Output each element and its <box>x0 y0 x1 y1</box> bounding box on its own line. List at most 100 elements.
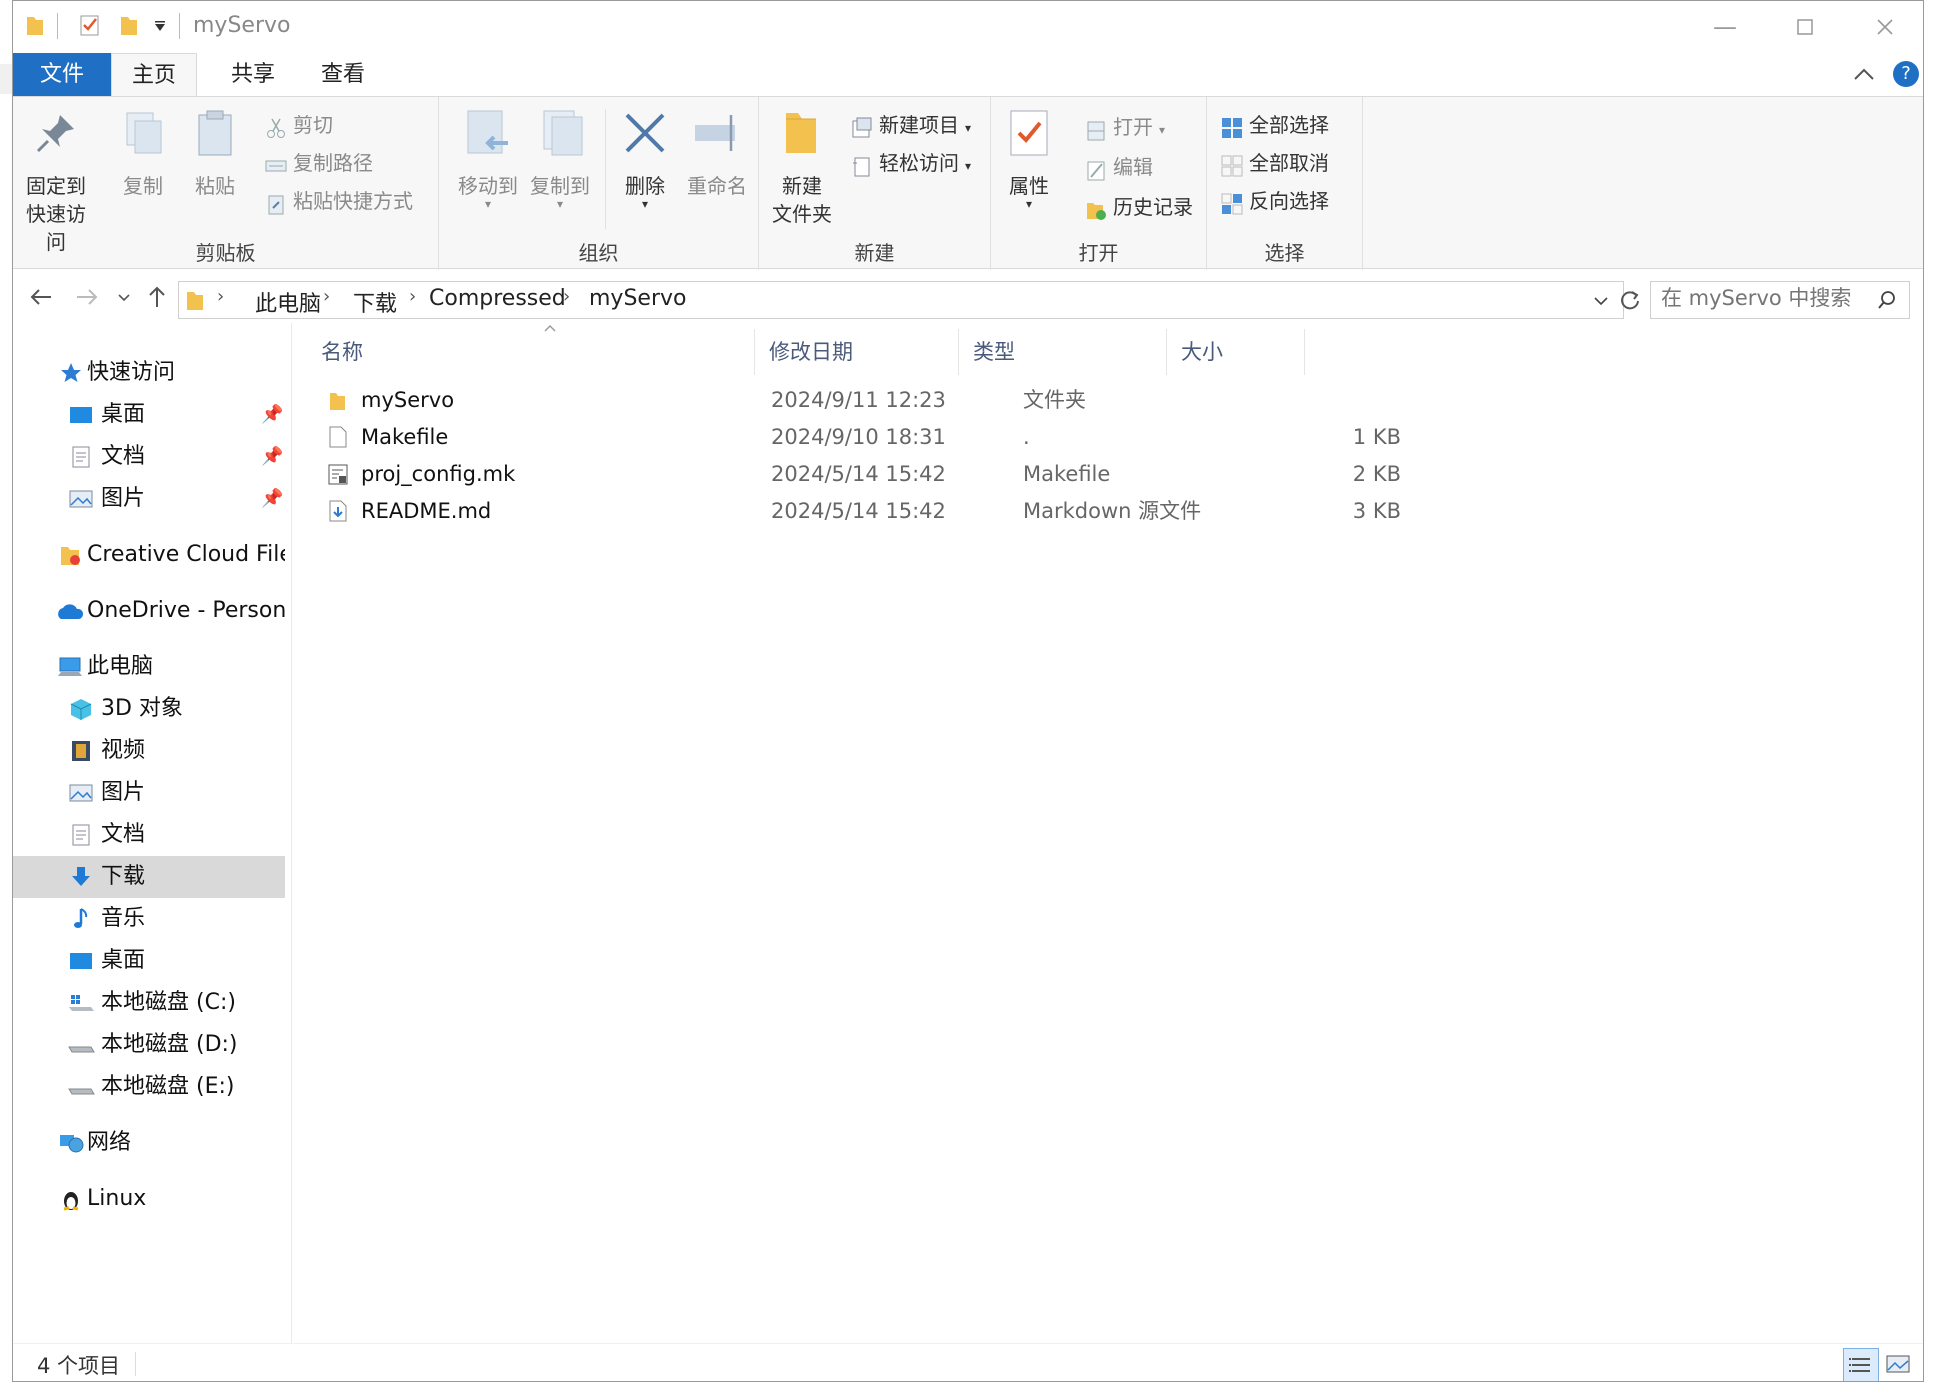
history-button[interactable]: 历史记录 <box>1085 191 1193 223</box>
rename-button[interactable]: 重命名 <box>681 107 753 200</box>
nav-onedrive[interactable]: OneDrive - Persona <box>13 590 285 632</box>
move-to-button[interactable]: 移动到 ▾ <box>453 107 523 210</box>
nav-network[interactable]: 网络 <box>13 1122 285 1164</box>
large-icons-view-button[interactable] <box>1881 1348 1917 1381</box>
new-folder-quick-icon[interactable] <box>119 13 139 37</box>
copy-icon <box>126 112 162 154</box>
nav-downloads-label: 下载 <box>101 864 146 889</box>
nav-linux[interactable]: Linux <box>13 1178 285 1220</box>
breadcrumb-myservo[interactable]: myServo <box>589 286 686 311</box>
nav-qa-pictures-label: 图片 <box>101 486 146 511</box>
nav-3d-objects[interactable]: 3D 对象 <box>13 688 285 730</box>
search-icon[interactable] <box>1877 290 1897 310</box>
refresh-icon[interactable] <box>1619 289 1641 311</box>
copy-button[interactable]: 复制 <box>113 107 173 200</box>
music-note-icon <box>74 908 88 928</box>
nav-qa-documents[interactable]: 文档 📌 <box>13 436 285 478</box>
nav-music[interactable]: 音乐 <box>13 898 285 940</box>
nav-this-pc[interactable]: 此电脑 <box>13 646 285 688</box>
move-to-label: 移动到 <box>458 174 518 198</box>
file-row-myservo[interactable]: myServo 2024/9/11 12:23 文件夹 <box>323 382 1383 418</box>
invert-selection-button[interactable]: 反向选择 <box>1221 185 1329 217</box>
nav-quick-access[interactable]: 快速访问 <box>13 352 285 394</box>
search-input[interactable] <box>1661 286 1871 310</box>
new-folder-label-1: 新建 <box>782 174 822 198</box>
copy-path-button[interactable]: 复制路径 <box>265 147 373 179</box>
tab-view[interactable]: 查看 <box>303 53 383 97</box>
cut-button[interactable]: 剪切 <box>265 109 333 141</box>
nav-drive-d[interactable]: 本地磁盘 (D:) <box>13 1024 285 1066</box>
clipboard-group: 固定到 快速访问 复制 粘贴 剪切 复制路径 粘贴快捷方式 剪贴板 <box>13 97 439 270</box>
file-size: 2 KB <box>1352 462 1401 486</box>
nav-drive-e[interactable]: 本地磁盘 (E:) <box>13 1066 285 1108</box>
back-arrow-icon[interactable] <box>29 287 53 307</box>
delete-button[interactable]: 删除 ▾ <box>615 107 675 211</box>
properties-button[interactable]: 属性 ▾ <box>999 107 1059 210</box>
paste-button[interactable]: 粘贴 <box>185 107 245 200</box>
tab-home[interactable]: 主页 <box>111 53 197 97</box>
new-item-button[interactable]: 新建项目 ▾ <box>851 109 971 141</box>
nav-drive-c[interactable]: 本地磁盘 (C:) <box>13 982 285 1024</box>
column-header-type[interactable]: 类型 <box>963 329 1167 375</box>
easy-access-dropdown-icon: ▾ <box>965 159 972 173</box>
close-button[interactable] <box>1845 1 1923 53</box>
paste-shortcut-button[interactable]: 粘贴快捷方式 <box>265 185 413 217</box>
recent-locations-chevron-icon[interactable] <box>117 293 131 303</box>
nav-downloads[interactable]: 下载 <box>13 856 285 898</box>
select-all-button[interactable]: 全部选择 <box>1221 109 1329 141</box>
tab-share[interactable]: 共享 <box>213 53 293 97</box>
pictures-icon <box>69 784 93 802</box>
nav-videos[interactable]: 视频 <box>13 730 285 772</box>
new-folder-icon <box>786 113 816 153</box>
column-header-date[interactable]: 修改日期 <box>759 329 959 375</box>
address-bar[interactable]: › 此电脑 › 下载 › Compressed › myServo <box>178 281 1624 319</box>
help-icon[interactable]: ? <box>1893 61 1919 87</box>
properties-quick-icon[interactable] <box>79 13 101 37</box>
file-row-proj-config[interactable]: proj_config.mk 2024/5/14 15:42 Makefile … <box>323 456 1401 492</box>
collapse-ribbon-icon[interactable] <box>1853 67 1875 81</box>
nav-qa-documents-label: 文档 <box>101 444 146 469</box>
copy-to-button[interactable]: 复制到 ▾ <box>525 107 595 210</box>
breadcrumb-compressed[interactable]: Compressed <box>429 286 566 311</box>
new-folder-button[interactable]: 新建 文件夹 <box>765 107 839 228</box>
new-item-dropdown-icon: ▾ <box>965 121 972 135</box>
nav-pictures[interactable]: 图片 <box>13 772 285 814</box>
address-history-chevron-icon[interactable] <box>1593 296 1609 306</box>
breadcrumb-downloads[interactable]: 下载 <box>353 286 397 318</box>
up-arrow-icon[interactable] <box>147 285 167 309</box>
select-none-button[interactable]: 全部取消 <box>1221 147 1329 179</box>
customize-toolbar-icon[interactable] <box>153 21 167 33</box>
nav-creative-cloud[interactable]: Creative Cloud Files <box>13 534 285 576</box>
breadcrumb-this-pc[interactable]: 此电脑 <box>255 286 321 318</box>
minimize-button[interactable]: — <box>1685 1 1765 53</box>
open-button[interactable]: 打开 ▾ <box>1085 111 1165 143</box>
delete-dropdown-icon: ▾ <box>641 197 649 211</box>
edit-button[interactable]: 编辑 <box>1085 151 1153 183</box>
pin-icon[interactable]: 📌 <box>261 478 283 520</box>
close-icon <box>1877 19 1893 35</box>
maximize-button[interactable] <box>1765 1 1845 53</box>
pin-quick-access-button[interactable]: 固定到 快速访问 <box>21 107 91 256</box>
file-type: Makefile <box>1023 462 1111 486</box>
pin-icon[interactable]: 📌 <box>261 394 283 436</box>
download-arrow-icon <box>72 867 90 886</box>
nav-desktop[interactable]: 桌面 <box>13 940 285 982</box>
nav-documents[interactable]: 文档 <box>13 814 285 856</box>
easy-access-button[interactable]: 轻松访问 ▾ <box>851 147 971 179</box>
details-view-button[interactable] <box>1843 1348 1879 1381</box>
tab-file[interactable]: 文件 <box>13 53 111 97</box>
nav-qa-desktop[interactable]: 桌面 📌 <box>13 394 285 436</box>
properties-icon <box>1010 110 1048 156</box>
column-header-size[interactable]: 大小 <box>1171 329 1305 375</box>
pin-label-1: 固定到 <box>26 174 86 198</box>
file-row-makefile[interactable]: Makefile 2024/9/10 18:31 . 1 KB <box>323 419 1401 455</box>
column-header-name[interactable]: 名称 <box>311 329 755 375</box>
nav-creative-cloud-label: Creative Cloud Files <box>87 542 285 567</box>
nav-qa-pictures[interactable]: 图片 📌 <box>13 478 285 520</box>
file-date: 2024/5/14 15:42 <box>771 462 946 486</box>
file-name: proj_config.mk <box>361 462 516 486</box>
forward-arrow-icon[interactable] <box>75 287 99 307</box>
pin-icon[interactable]: 📌 <box>261 436 283 478</box>
navigation-pane: 快速访问 桌面 📌 文档 📌 图片 📌 Creative Cloud Files… <box>13 337 291 1337</box>
file-row-readme[interactable]: README.md 2024/5/14 15:42 Markdown 源文件 3… <box>323 493 1401 529</box>
